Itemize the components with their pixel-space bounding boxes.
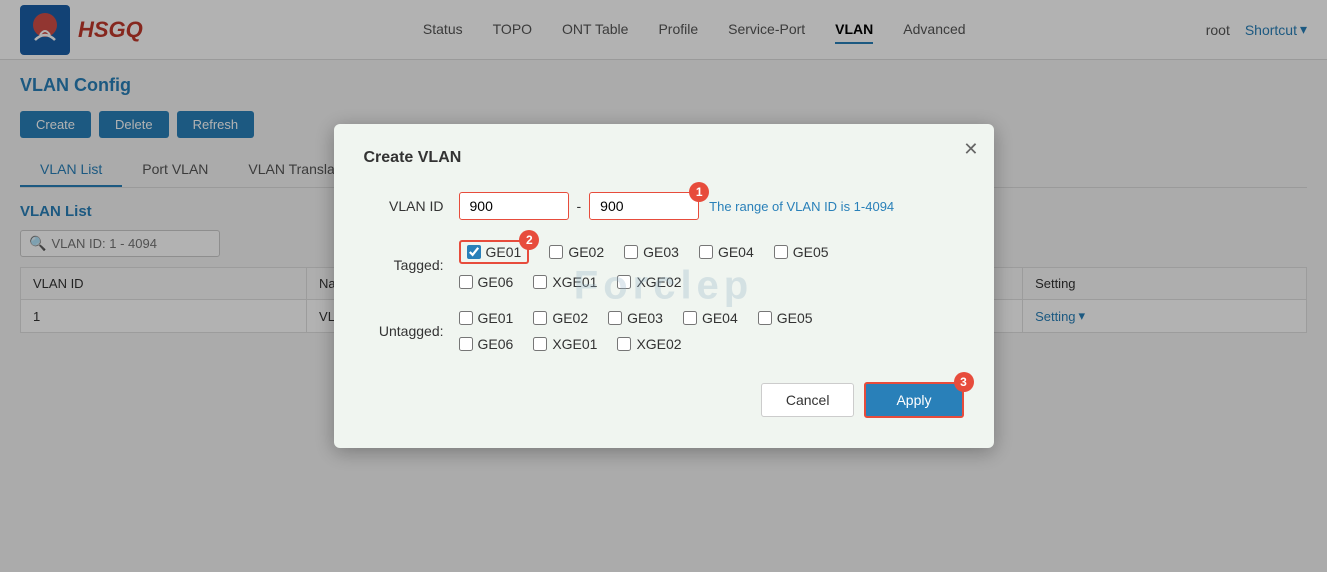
vlan-id-to-input[interactable] [589,192,699,220]
tagged-ge06-label: GE06 [478,274,514,290]
modal-footer: Cancel Apply 3 [364,382,964,418]
tagged-xge01-checkbox[interactable] [533,275,547,289]
untagged-ge03-checkbox[interactable] [608,311,622,325]
untagged-label: Untagged: [364,323,444,339]
tagged-checkbox-group: GE01 2 GE02 GE03 GE04 [459,240,964,290]
tagged-xge01-item[interactable]: XGE01 [533,274,597,290]
create-vlan-modal: Forclep Create VLAN ✕ VLAN ID - 1 The ra… [334,124,994,448]
vlan-id-from-input[interactable] [459,192,569,220]
vlan-id-from-wrap [459,192,569,220]
dash: - [577,198,582,214]
tagged-row: Tagged: GE01 2 GE02 [364,240,964,290]
untagged-ge05-checkbox[interactable] [758,311,772,325]
tagged-ge01-label: GE01 [486,244,522,260]
untagged-ge02-label: GE02 [552,310,588,326]
step2-badge: 2 [519,230,539,250]
modal-close-button[interactable]: ✕ [963,139,978,160]
tagged-ge02-checkbox[interactable] [549,245,563,259]
apply-button[interactable]: Apply [864,382,963,418]
tagged-ge03-item[interactable]: GE03 [624,244,679,260]
tagged-xge02-checkbox[interactable] [617,275,631,289]
tagged-ge05-checkbox[interactable] [774,245,788,259]
untagged-ge01-checkbox[interactable] [459,311,473,325]
tagged-ge06-checkbox[interactable] [459,275,473,289]
tagged-ge01-checkbox[interactable] [467,245,481,259]
untagged-ge01-label: GE01 [478,310,514,326]
apply-wrap: Apply 3 [864,382,963,418]
untagged-xge01-checkbox[interactable] [533,337,547,351]
step1-badge: 1 [689,182,709,202]
modal-title: Create VLAN [364,149,964,167]
modal-overlay: Forclep Create VLAN ✕ VLAN ID - 1 The ra… [0,0,1327,572]
untagged-row1: GE01 GE02 GE03 GE04 [459,310,964,326]
untagged-ge05-item[interactable]: GE05 [758,310,813,326]
tagged-ge02-item[interactable]: GE02 [549,244,604,260]
vlan-range-hint: The range of VLAN ID is 1-4094 [709,199,894,214]
untagged-xge02-checkbox[interactable] [617,337,631,351]
untagged-xge02-item[interactable]: XGE02 [617,336,681,352]
untagged-ge04-checkbox[interactable] [683,311,697,325]
tagged-ge04-item[interactable]: GE04 [699,244,754,260]
tagged-ge06-item[interactable]: GE06 [459,274,514,290]
untagged-ge05-label: GE05 [777,310,813,326]
tagged-xge02-item[interactable]: XGE02 [617,274,681,290]
untagged-ge02-checkbox[interactable] [533,311,547,325]
tagged-xge01-label: XGE01 [552,274,597,290]
untagged-ge02-item[interactable]: GE02 [533,310,588,326]
untagged-ge03-item[interactable]: GE03 [608,310,663,326]
untagged-xge01-label: XGE01 [552,336,597,352]
step3-badge: 3 [954,372,974,392]
tagged-ge04-label: GE04 [718,244,754,260]
untagged-checkbox-group: GE01 GE02 GE03 GE04 [459,310,964,352]
tagged-ge03-checkbox[interactable] [624,245,638,259]
tagged-ge04-checkbox[interactable] [699,245,713,259]
cancel-button[interactable]: Cancel [761,383,855,417]
tagged-row1: GE01 2 GE02 GE03 GE04 [459,240,964,264]
untagged-ge06-item[interactable]: GE06 [459,336,514,352]
vlan-id-label: VLAN ID [364,198,444,214]
tagged-row2: GE06 XGE01 XGE02 [459,274,964,290]
untagged-xge01-item[interactable]: XGE01 [533,336,597,352]
tagged-label: Tagged: [364,257,444,273]
vlan-id-row: VLAN ID - 1 The range of VLAN ID is 1-40… [364,192,964,220]
untagged-ge04-item[interactable]: GE04 [683,310,738,326]
untagged-row: Untagged: GE01 GE02 GE03 [364,310,964,352]
tagged-ge02-label: GE02 [568,244,604,260]
untagged-ge04-label: GE04 [702,310,738,326]
untagged-row2: GE06 XGE01 XGE02 [459,336,964,352]
tagged-ge01-wrap: GE01 2 [459,240,530,264]
untagged-ge06-checkbox[interactable] [459,337,473,351]
tagged-ge05-label: GE05 [793,244,829,260]
untagged-ge06-label: GE06 [478,336,514,352]
tagged-ge05-item[interactable]: GE05 [774,244,829,260]
untagged-ge03-label: GE03 [627,310,663,326]
untagged-xge02-label: XGE02 [636,336,681,352]
tagged-xge02-label: XGE02 [636,274,681,290]
vlan-id-wrap: - 1 [459,192,700,220]
tagged-ge03-label: GE03 [643,244,679,260]
untagged-ge01-item[interactable]: GE01 [459,310,514,326]
